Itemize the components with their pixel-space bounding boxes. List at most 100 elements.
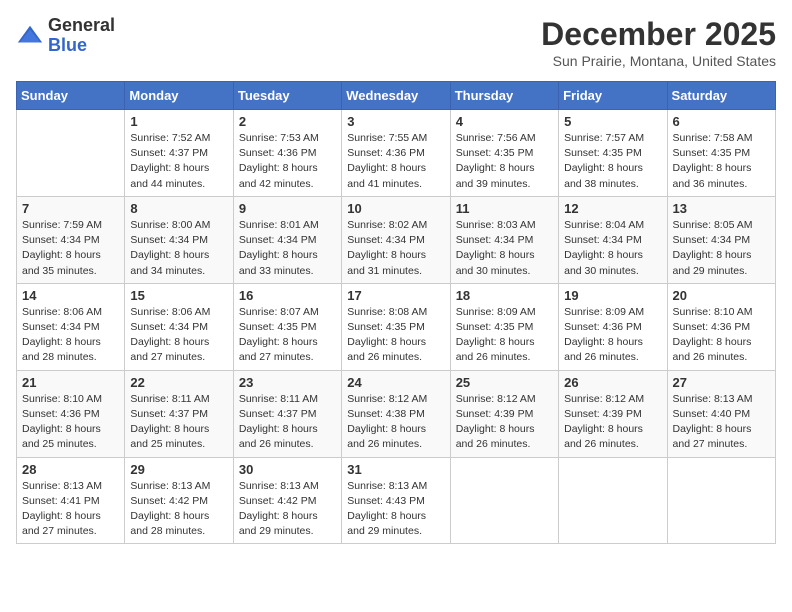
day-cell: 29Sunrise: 8:13 AMSunset: 4:42 PMDayligh… [125,457,233,544]
day-cell: 7Sunrise: 7:59 AMSunset: 4:34 PMDaylight… [17,196,125,283]
week-row-5: 28 Sunrise: 8:13 AMSunset: 4:41 PMDayligh… [17,457,776,544]
day-number: 22 [130,375,227,390]
day-info: Sunrise: 8:05 AMSunset: 4:34 PMDaylight:… [673,218,770,279]
day-info: Sunrise: 7:56 AMSunset: 4:35 PMDaylight:… [456,131,553,192]
day-cell [559,457,667,544]
weekday-header-monday: Monday [125,82,233,110]
day-number: 6 [673,114,770,129]
day-info: Sunrise: 8:13 AMSunset: 4:43 PMDaylight:… [347,479,444,540]
day-cell: 23 Sunrise: 8:11 AMSunset: 4:37 PMDayligh… [233,370,341,457]
day-cell: 12 Sunrise: 8:04 AMSunset: 4:34 PMDayligh… [559,196,667,283]
day-number: 16 [239,288,336,303]
day-number: 1 [130,114,227,129]
week-row-1: 1Sunrise: 7:52 AMSunset: 4:37 PMDaylight… [17,110,776,197]
day-number: 17 [347,288,444,303]
day-cell: 31Sunrise: 8:13 AMSunset: 4:43 PMDayligh… [342,457,450,544]
day-number: 30 [239,462,336,477]
day-info: Sunrise: 8:12 AMSunset: 4:39 PMDaylight:… [564,392,661,453]
day-info: Sunrise: 8:13 AMSunset: 4:40 PMDaylight:… [673,392,770,453]
week-row-2: 7Sunrise: 7:59 AMSunset: 4:34 PMDaylight… [17,196,776,283]
day-number: 25 [456,375,553,390]
day-info: Sunrise: 7:57 AMSunset: 4:35 PMDaylight:… [564,131,661,192]
day-number: 5 [564,114,661,129]
weekday-header-thursday: Thursday [450,82,558,110]
day-cell: 28 Sunrise: 8:13 AMSunset: 4:41 PMDayligh… [17,457,125,544]
day-cell: 9Sunrise: 8:01 AMSunset: 4:34 PMDaylight… [233,196,341,283]
day-number: 9 [239,201,336,216]
day-number: 24 [347,375,444,390]
week-row-4: 21Sunrise: 8:10 AMSunset: 4:36 PMDayligh… [17,370,776,457]
day-number: 18 [456,288,553,303]
day-number: 19 [564,288,661,303]
day-cell: 6 Sunrise: 7:58 AMSunset: 4:35 PMDaylight… [667,110,775,197]
day-info: Sunrise: 8:09 AMSunset: 4:35 PMDaylight:… [456,305,553,366]
day-number: 10 [347,201,444,216]
day-info: Sunrise: 8:12 AMSunset: 4:39 PMDaylight:… [456,392,553,453]
day-number: 23 [239,375,336,390]
day-info: Sunrise: 7:53 AMSunset: 4:36 PMDaylight:… [239,131,336,192]
day-cell: 26 Sunrise: 8:12 AMSunset: 4:39 PMDayligh… [559,370,667,457]
page-header: General Blue December 2025 Sun Prairie, … [16,16,776,69]
day-number: 12 [564,201,661,216]
day-info: Sunrise: 7:55 AMSunset: 4:36 PMDaylight:… [347,131,444,192]
day-cell: 11Sunrise: 8:03 AMSunset: 4:34 PMDayligh… [450,196,558,283]
day-info: Sunrise: 8:10 AMSunset: 4:36 PMDaylight:… [22,392,119,453]
day-info: Sunrise: 7:58 AMSunset: 4:35 PMDaylight:… [673,131,770,192]
day-cell: 8Sunrise: 8:00 AMSunset: 4:34 PMDaylight… [125,196,233,283]
day-cell [450,457,558,544]
weekday-header-wednesday: Wednesday [342,82,450,110]
day-cell [17,110,125,197]
month-title: December 2025 [541,16,776,53]
day-cell [667,457,775,544]
day-info: Sunrise: 8:11 AMSunset: 4:37 PMDaylight:… [130,392,227,453]
day-cell: 27 Sunrise: 8:13 AMSunset: 4:40 PMDayligh… [667,370,775,457]
day-cell: 19 Sunrise: 8:09 AMSunset: 4:36 PMDayligh… [559,283,667,370]
day-cell: 13 Sunrise: 8:05 AMSunset: 4:34 PMDayligh… [667,196,775,283]
week-row-3: 14Sunrise: 8:06 AMSunset: 4:34 PMDayligh… [17,283,776,370]
logo-icon [16,22,44,50]
day-cell: 20Sunrise: 8:10 AMSunset: 4:36 PMDayligh… [667,283,775,370]
day-number: 13 [673,201,770,216]
day-info: Sunrise: 8:13 AMSunset: 4:41 PMDaylight:… [22,479,119,540]
weekday-header-sunday: Sunday [17,82,125,110]
day-cell: 30 Sunrise: 8:13 AMSunset: 4:42 PMDayligh… [233,457,341,544]
day-cell: 22 Sunrise: 8:11 AMSunset: 4:37 PMDayligh… [125,370,233,457]
day-number: 7 [22,201,119,216]
day-number: 3 [347,114,444,129]
day-number: 26 [564,375,661,390]
day-cell: 21Sunrise: 8:10 AMSunset: 4:36 PMDayligh… [17,370,125,457]
weekday-header-friday: Friday [559,82,667,110]
day-number: 15 [130,288,227,303]
weekday-header-saturday: Saturday [667,82,775,110]
day-cell: 5 Sunrise: 7:57 AMSunset: 4:35 PMDaylight… [559,110,667,197]
day-number: 8 [130,201,227,216]
logo: General Blue [16,16,115,56]
calendar-table: SundayMondayTuesdayWednesdayThursdayFrid… [16,81,776,544]
day-number: 4 [456,114,553,129]
weekday-header-tuesday: Tuesday [233,82,341,110]
day-info: Sunrise: 8:10 AMSunset: 4:36 PMDaylight:… [673,305,770,366]
day-cell: 16 Sunrise: 8:07 AMSunset: 4:35 PMDayligh… [233,283,341,370]
day-number: 27 [673,375,770,390]
day-number: 28 [22,462,119,477]
day-cell: 18 Sunrise: 8:09 AMSunset: 4:35 PMDayligh… [450,283,558,370]
day-info: Sunrise: 8:06 AMSunset: 4:34 PMDaylight:… [22,305,119,366]
day-cell: 14Sunrise: 8:06 AMSunset: 4:34 PMDayligh… [17,283,125,370]
day-info: Sunrise: 8:13 AMSunset: 4:42 PMDaylight:… [130,479,227,540]
location-subtitle: Sun Prairie, Montana, United States [541,53,776,69]
day-info: Sunrise: 8:02 AMSunset: 4:34 PMDaylight:… [347,218,444,279]
day-info: Sunrise: 8:08 AMSunset: 4:35 PMDaylight:… [347,305,444,366]
day-cell: 15Sunrise: 8:06 AMSunset: 4:34 PMDayligh… [125,283,233,370]
day-cell: 3 Sunrise: 7:55 AMSunset: 4:36 PMDaylight… [342,110,450,197]
day-cell: 17 Sunrise: 8:08 AMSunset: 4:35 PMDayligh… [342,283,450,370]
day-info: Sunrise: 8:11 AMSunset: 4:37 PMDaylight:… [239,392,336,453]
day-info: Sunrise: 8:07 AMSunset: 4:35 PMDaylight:… [239,305,336,366]
title-block: December 2025 Sun Prairie, Montana, Unit… [541,16,776,69]
logo-general-text: General [48,15,115,35]
logo-blue-text: Blue [48,35,87,55]
day-info: Sunrise: 8:03 AMSunset: 4:34 PMDaylight:… [456,218,553,279]
weekday-header-row: SundayMondayTuesdayWednesdayThursdayFrid… [17,82,776,110]
day-info: Sunrise: 8:09 AMSunset: 4:36 PMDaylight:… [564,305,661,366]
day-info: Sunrise: 8:13 AMSunset: 4:42 PMDaylight:… [239,479,336,540]
day-info: Sunrise: 8:04 AMSunset: 4:34 PMDaylight:… [564,218,661,279]
